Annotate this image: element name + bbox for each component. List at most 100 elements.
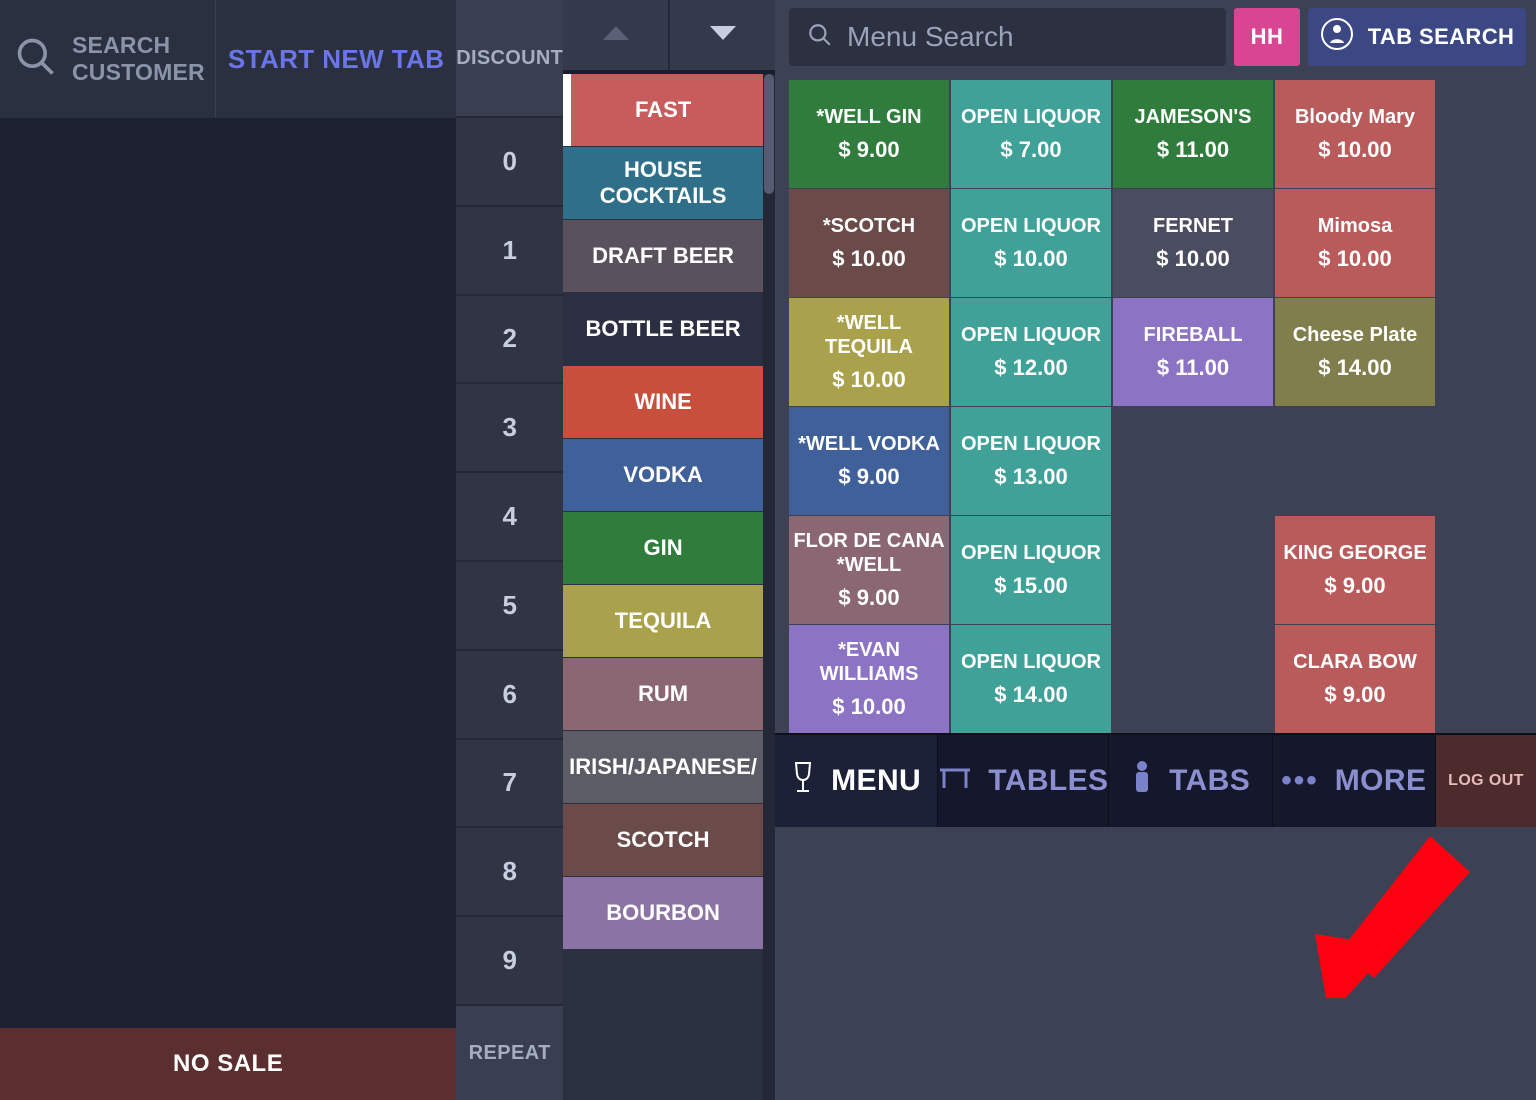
chevron-up-icon	[601, 22, 631, 49]
category-scrollbar[interactable]	[763, 74, 775, 1100]
person-search-icon	[1320, 17, 1354, 57]
item-name: *EVAN WILLIAMS	[793, 638, 945, 686]
category-gin[interactable]: GIN	[563, 512, 763, 584]
item-flor-de-cana-well[interactable]: FLOR DE CANA *WELL $ 9.00	[789, 516, 949, 624]
side-column: DISCOUNT 0123456789 REPEAT	[456, 0, 563, 1100]
item-price: $ 10.00	[1318, 137, 1391, 163]
key-9[interactable]: 9	[456, 917, 563, 1006]
item-name: FLOR DE CANA *WELL	[793, 529, 945, 577]
category-draft-beer[interactable]: DRAFT BEER	[563, 220, 763, 292]
chevron-down-icon	[708, 22, 738, 49]
item-name: JAMESON'S	[1134, 105, 1251, 129]
category-irish-japanese-[interactable]: IRISH/JAPANESE/	[563, 731, 763, 803]
item-price: $ 9.00	[1324, 573, 1385, 599]
key-2[interactable]: 2	[456, 296, 563, 385]
item-open-liquor[interactable]: OPEN LIQUOR $ 13.00	[951, 407, 1111, 515]
item-name: *WELL TEQUILA	[793, 311, 945, 359]
scrollbar-thumb[interactable]	[764, 74, 774, 194]
more-icon: •••	[1281, 764, 1319, 798]
key-5[interactable]: 5	[456, 562, 563, 651]
item-cheese-plate[interactable]: Cheese Plate$ 14.00	[1275, 298, 1435, 406]
item-price: $ 9.00	[838, 585, 899, 611]
nav-tabs[interactable]: TABS	[1109, 735, 1272, 827]
arrow-up-button[interactable]	[563, 0, 670, 70]
empty-slot	[1113, 625, 1273, 733]
discount-button[interactable]: DISCOUNT	[456, 0, 563, 118]
item-price: $ 10.00	[994, 246, 1067, 272]
item-open-liquor[interactable]: OPEN LIQUOR$ 15.00	[951, 516, 1111, 624]
item-open-liquor[interactable]: OPEN LIQUOR$ 7.00	[951, 80, 1111, 188]
nav-menu-label: MENU	[831, 764, 921, 798]
key-3[interactable]: 3	[456, 384, 563, 473]
item-name: OPEN LIQUOR	[961, 432, 1101, 456]
order-lines	[0, 118, 456, 1028]
category-fast[interactable]: FAST	[563, 74, 763, 146]
category-column: FASTHOUSE COCKTAILSDRAFT BEERBOTTLE BEER…	[563, 0, 775, 1100]
key-8[interactable]: 8	[456, 828, 563, 917]
nav-menu[interactable]: MENU	[775, 735, 938, 827]
item-fireball[interactable]: FIREBALL $ 11.00	[1113, 298, 1273, 406]
category-rum[interactable]: RUM	[563, 658, 763, 730]
item--well-vodka[interactable]: *WELL VODKA$ 9.00	[789, 407, 949, 515]
category-vodka[interactable]: VODKA	[563, 439, 763, 511]
item-name: *WELL VODKA	[798, 432, 940, 456]
key-6[interactable]: 6	[456, 651, 563, 740]
search-icon	[14, 35, 58, 84]
item-mimosa[interactable]: Mimosa$ 10.00	[1275, 189, 1435, 297]
table-icon	[938, 764, 972, 798]
item-open-liquor[interactable]: OPEN LIQUOR $ 14.00	[951, 625, 1111, 733]
item-open-liquor[interactable]: OPEN LIQUOR$ 12.00	[951, 298, 1111, 406]
key-4[interactable]: 4	[456, 473, 563, 562]
menu-search-input[interactable]	[847, 21, 1208, 53]
logout-button[interactable]: LOG OUT	[1436, 735, 1536, 827]
nav-tables[interactable]: TABLES	[938, 735, 1109, 827]
item--well-tequila[interactable]: *WELL TEQUILA$ 10.00	[789, 298, 949, 406]
item-name: KING GEORGE	[1283, 541, 1426, 565]
category-scotch[interactable]: SCOTCH	[563, 804, 763, 876]
order-top: SEARCH CUSTOMER START NEW TAB	[0, 0, 456, 118]
item-open-liquor[interactable]: OPEN LIQUOR $ 10.00	[951, 189, 1111, 297]
tab-search-label: TAB SEARCH	[1368, 24, 1515, 50]
item-clara-bow[interactable]: CLARA BOW$ 9.00	[1275, 625, 1435, 733]
key-1[interactable]: 1	[456, 207, 563, 296]
item-fernet[interactable]: FERNET$ 10.00	[1113, 189, 1273, 297]
repeat-button[interactable]: REPEAT	[456, 1006, 563, 1100]
key-0[interactable]: 0	[456, 118, 563, 207]
item--well-gin[interactable]: *WELL GIN$ 9.00	[789, 80, 949, 188]
item-name: OPEN LIQUOR	[961, 650, 1101, 674]
category-list[interactable]: FASTHOUSE COCKTAILSDRAFT BEERBOTTLE BEER…	[563, 74, 775, 1100]
category-wine[interactable]: WINE	[563, 366, 763, 438]
happy-hour-button[interactable]: HH	[1234, 8, 1300, 66]
arrow-down-button[interactable]	[670, 0, 775, 70]
category-bottle-beer[interactable]: BOTTLE BEER	[563, 293, 763, 365]
empty-slot	[1113, 516, 1273, 624]
item-price: $ 15.00	[994, 573, 1067, 599]
start-new-tab-button[interactable]: START NEW TAB	[216, 0, 456, 118]
item-jameson-s[interactable]: JAMESON'S$ 11.00	[1113, 80, 1273, 188]
item-name: *WELL GIN	[816, 105, 921, 129]
item-price: $ 13.00	[994, 464, 1067, 490]
menu-search[interactable]	[789, 8, 1226, 66]
person-icon	[1131, 760, 1153, 802]
tab-search-button[interactable]: TAB SEARCH	[1308, 8, 1526, 66]
annotation-arrow-icon	[1245, 828, 1485, 998]
item-name: OPEN LIQUOR	[961, 105, 1101, 129]
item--scotch[interactable]: *SCOTCH$ 10.00	[789, 189, 949, 297]
search-customer-label: SEARCH CUSTOMER	[72, 32, 205, 86]
category-bourbon[interactable]: BOURBON	[563, 877, 763, 949]
item-king-george[interactable]: KING GEORGE $ 9.00	[1275, 516, 1435, 624]
category-house-cocktails[interactable]: HOUSE COCKTAILS	[563, 147, 763, 219]
item-name: FIREBALL	[1144, 323, 1243, 347]
key-7[interactable]: 7	[456, 740, 563, 829]
no-sale-button[interactable]: NO SALE	[0, 1028, 456, 1100]
item-price: $ 14.00	[994, 682, 1067, 708]
item-grid: *WELL GIN$ 9.00OPEN LIQUOR$ 7.00JAMESON'…	[775, 74, 1536, 733]
nav-more[interactable]: ••• MORE	[1273, 735, 1436, 827]
search-customer-button[interactable]: SEARCH CUSTOMER	[0, 0, 216, 118]
main-panel: HH TAB SEARCH *WELL GIN$ 9.00OPEN LIQUOR…	[775, 0, 1536, 1100]
item-bloody-mary[interactable]: Bloody Mary$ 10.00	[1275, 80, 1435, 188]
item--evan-williams[interactable]: *EVAN WILLIAMS$ 10.00	[789, 625, 949, 733]
item-name: OPEN LIQUOR	[961, 214, 1101, 238]
item-price: $ 11.00	[1157, 355, 1229, 381]
category-tequila[interactable]: TEQUILA	[563, 585, 763, 657]
